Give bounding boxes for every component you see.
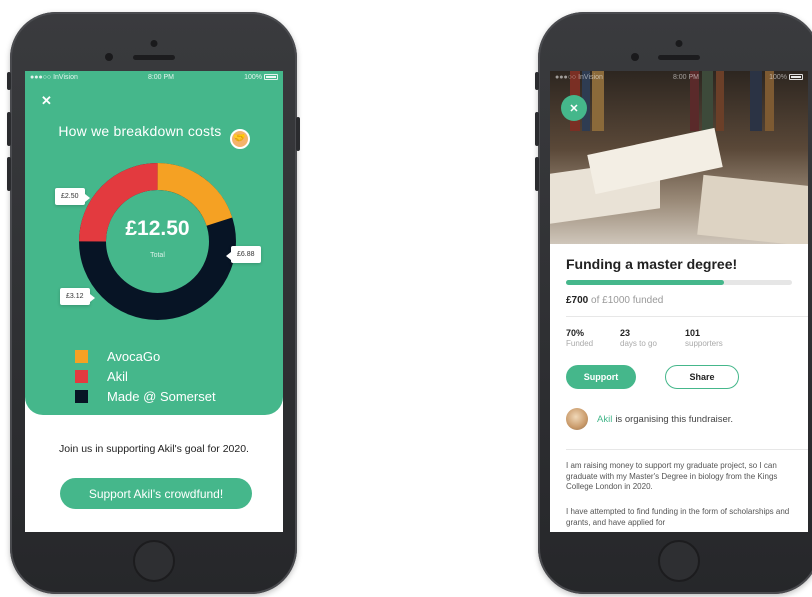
legend-item-akil: Akil	[75, 366, 216, 386]
funded-goal: of £1000 funded	[591, 295, 664, 306]
volume-up-button	[7, 112, 11, 146]
fundraiser-title: Funding a master degree!	[566, 256, 738, 272]
screen-fundraiser: ●●●○○ InVision 8:00 PM 100% ✕ Funding a …	[550, 71, 808, 532]
phone-left: ●●●○○ InVision 8:00 PM 100% ✕ How we bre…	[7, 12, 300, 594]
battery-percent: 100%	[769, 73, 787, 81]
organiser-text: is organising this fundraiser.	[615, 413, 734, 425]
carrier-label: ●●●○○ InVision	[30, 73, 78, 81]
legend-item-avocago: AvocaGo	[75, 346, 216, 366]
stat-days-to-go: 23 days to go	[620, 328, 657, 348]
organiser-row: Akil is organising this fundraiser.	[566, 408, 733, 430]
funding-progress-bar	[566, 280, 792, 285]
open-books-photo: ●●●○○ InVision 8:00 PM 100% ✕	[550, 71, 808, 244]
support-button[interactable]: Support	[566, 365, 636, 389]
callout-somerset: £6.88	[226, 246, 261, 263]
funded-summary: £700 of £1000 funded	[566, 295, 663, 306]
battery-percent: 100%	[244, 73, 262, 81]
callout-akil: £3.12	[60, 288, 94, 305]
battery-indicator: 100%	[769, 74, 803, 81]
clock: 8:00 PM	[672, 73, 700, 81]
stat-value: 101	[685, 328, 701, 338]
close-icon[interactable]: ✕	[561, 95, 587, 121]
battery-indicator: 100%	[244, 74, 278, 81]
volume-up-button	[535, 112, 539, 146]
book-page-right	[697, 174, 808, 244]
status-bar: ●●●○○ InVision 8:00 PM 100%	[25, 71, 283, 83]
mute-switch	[7, 72, 11, 90]
stat-funded: 70% Funded	[566, 328, 593, 348]
divider	[566, 316, 808, 317]
cost-donut-chart	[79, 163, 236, 320]
carrier-label: ●●●○○ InVision	[555, 73, 603, 81]
page-title: How we breakdown costs 🤝	[25, 123, 283, 149]
speaker-grille	[132, 55, 175, 60]
story-paragraph: I am raising money to support my graduat…	[566, 461, 778, 491]
divider	[566, 449, 808, 450]
organiser-name-link[interactable]: Akil	[597, 414, 612, 425]
home-button	[658, 540, 700, 582]
stat-value: 70%	[566, 328, 585, 338]
legend-swatch	[75, 349, 88, 363]
stat-label: supporters	[685, 339, 723, 348]
phone-right: ●●●○○ InVision 8:00 PM 100% ✕ Funding a …	[535, 12, 812, 594]
funding-progress-fill	[566, 280, 725, 285]
join-message: Join us in supporting Akil's goal for 20…	[59, 443, 249, 455]
legend-swatch	[75, 389, 88, 403]
screen-cost-breakdown: ●●●○○ InVision 8:00 PM 100% ✕ How we bre…	[25, 71, 283, 532]
legend-item-somerset: Made @ Somerset	[75, 386, 216, 406]
callout-avocago: £2.50	[55, 188, 89, 205]
legend-label: Made @ Somerset	[107, 388, 216, 404]
camera-dot	[150, 40, 157, 47]
front-camera	[631, 53, 639, 61]
battery-icon	[788, 73, 803, 80]
avatar[interactable]	[566, 408, 588, 430]
stat-supporters: 101 supporters	[685, 328, 723, 348]
volume-down-button	[535, 157, 539, 191]
power-button	[296, 117, 300, 151]
status-bar: ●●●○○ InVision 8:00 PM 100%	[550, 71, 808, 83]
donut-total-label: Total	[150, 252, 165, 259]
front-camera	[105, 53, 113, 61]
stat-label: days to go	[620, 339, 657, 348]
share-button[interactable]: Share	[665, 365, 739, 389]
clock: 8:00 PM	[147, 73, 175, 81]
mute-switch	[535, 72, 539, 90]
home-button	[132, 540, 175, 582]
legend: AvocaGo Akil Made @ Somerset	[75, 346, 216, 406]
legend-label: Akil	[107, 368, 128, 384]
story-paragraph: I have attempted to find funding in the …	[566, 507, 790, 527]
donut-total-value: £12.50	[125, 217, 190, 240]
page-title-text: How we breakdown costs	[58, 123, 222, 139]
speaker-grille	[658, 55, 700, 60]
handshake-icon: 🤝	[229, 129, 250, 149]
support-crowdfund-button[interactable]: Support Akil's crowdfund!	[60, 478, 252, 509]
camera-dot	[675, 40, 683, 47]
close-icon[interactable]: ✕	[41, 93, 52, 109]
funded-amount: £700	[566, 295, 589, 306]
volume-down-button	[7, 157, 11, 191]
stat-value: 23	[620, 328, 631, 338]
battery-icon	[263, 73, 278, 80]
legend-label: AvocaGo	[107, 348, 161, 364]
legend-swatch	[75, 369, 88, 383]
stat-label: Funded	[566, 339, 594, 348]
breakdown-panel: ●●●○○ InVision 8:00 PM 100% ✕ How we bre…	[25, 71, 283, 415]
